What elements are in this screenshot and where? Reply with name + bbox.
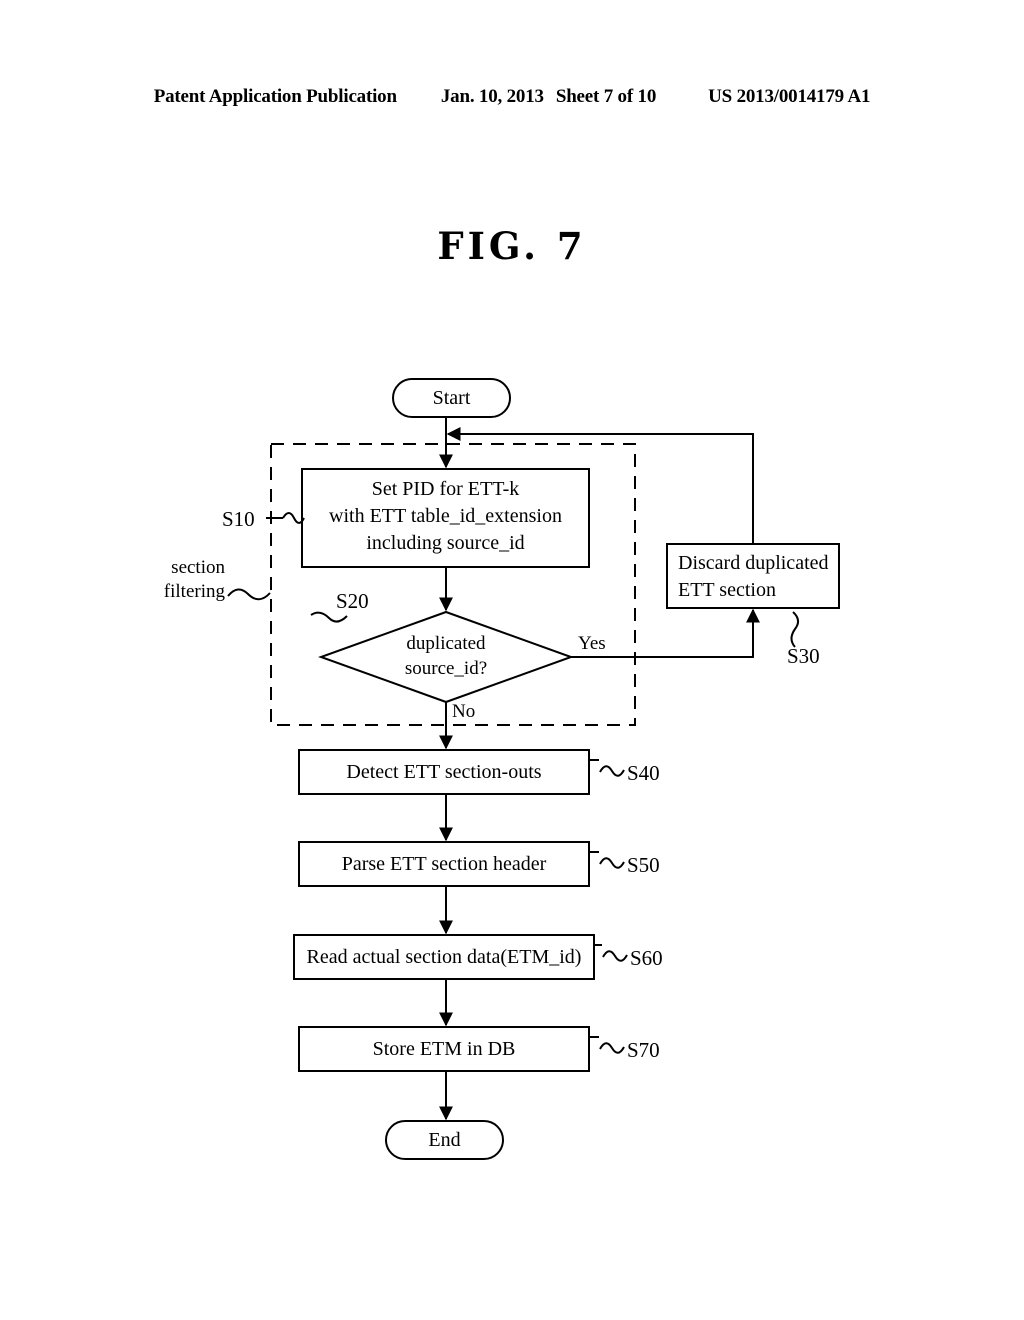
step-s10-line-2: with ETT table_id_extension — [329, 505, 562, 527]
step-s20-line-1: duplicated — [406, 633, 486, 654]
step-id-s70: S70 — [627, 1038, 660, 1062]
step-s30-line-1: Discard duplicated — [678, 552, 829, 574]
leader-s60 — [594, 944, 628, 962]
step-s30-label: Discard duplicated ETT section — [678, 550, 838, 604]
branch-label-no: No — [452, 701, 476, 722]
step-s60-label: Read actual section data(ETM_id) — [306, 946, 582, 968]
step-id-s60: S60 — [630, 946, 663, 970]
leader-s40 — [589, 759, 625, 777]
start-terminator-label: Start — [432, 387, 471, 409]
leader-s70 — [589, 1036, 625, 1054]
step-id-s10: S10 — [222, 507, 255, 531]
step-id-s30: S30 — [787, 644, 820, 668]
section-filtering-label: section filtering — [120, 556, 225, 604]
step-s70-label: Store ETM in DB — [372, 1038, 516, 1060]
end-terminator-label: End — [428, 1129, 461, 1151]
step-s10-line-3: including source_id — [366, 532, 525, 554]
step-s10-label: Set PID for ETT-k with ETT table_id_exte… — [302, 476, 589, 557]
leader-s30 — [790, 611, 799, 648]
leader-s50 — [589, 851, 625, 869]
step-s50-label: Parse ETT section header — [341, 853, 547, 875]
step-s20-line-2: source_id? — [404, 657, 488, 679]
branch-label-yes: Yes — [578, 633, 606, 654]
step-id-s50: S50 — [627, 853, 660, 877]
section-filtering-line-1: section — [171, 557, 225, 578]
step-s40-label: Detect ETT section-outs — [346, 761, 542, 783]
step-id-s20: S20 — [336, 589, 369, 613]
section-filtering-line-2: filtering — [163, 580, 225, 602]
step-id-s40: S40 — [627, 761, 660, 785]
step-s30-line-2: ETT section — [678, 579, 776, 601]
leader-section-filtering — [227, 588, 271, 601]
step-s20-label: duplicated source_id? — [356, 632, 536, 681]
step-s10-line-1: Set PID for ETT-k — [371, 478, 520, 500]
